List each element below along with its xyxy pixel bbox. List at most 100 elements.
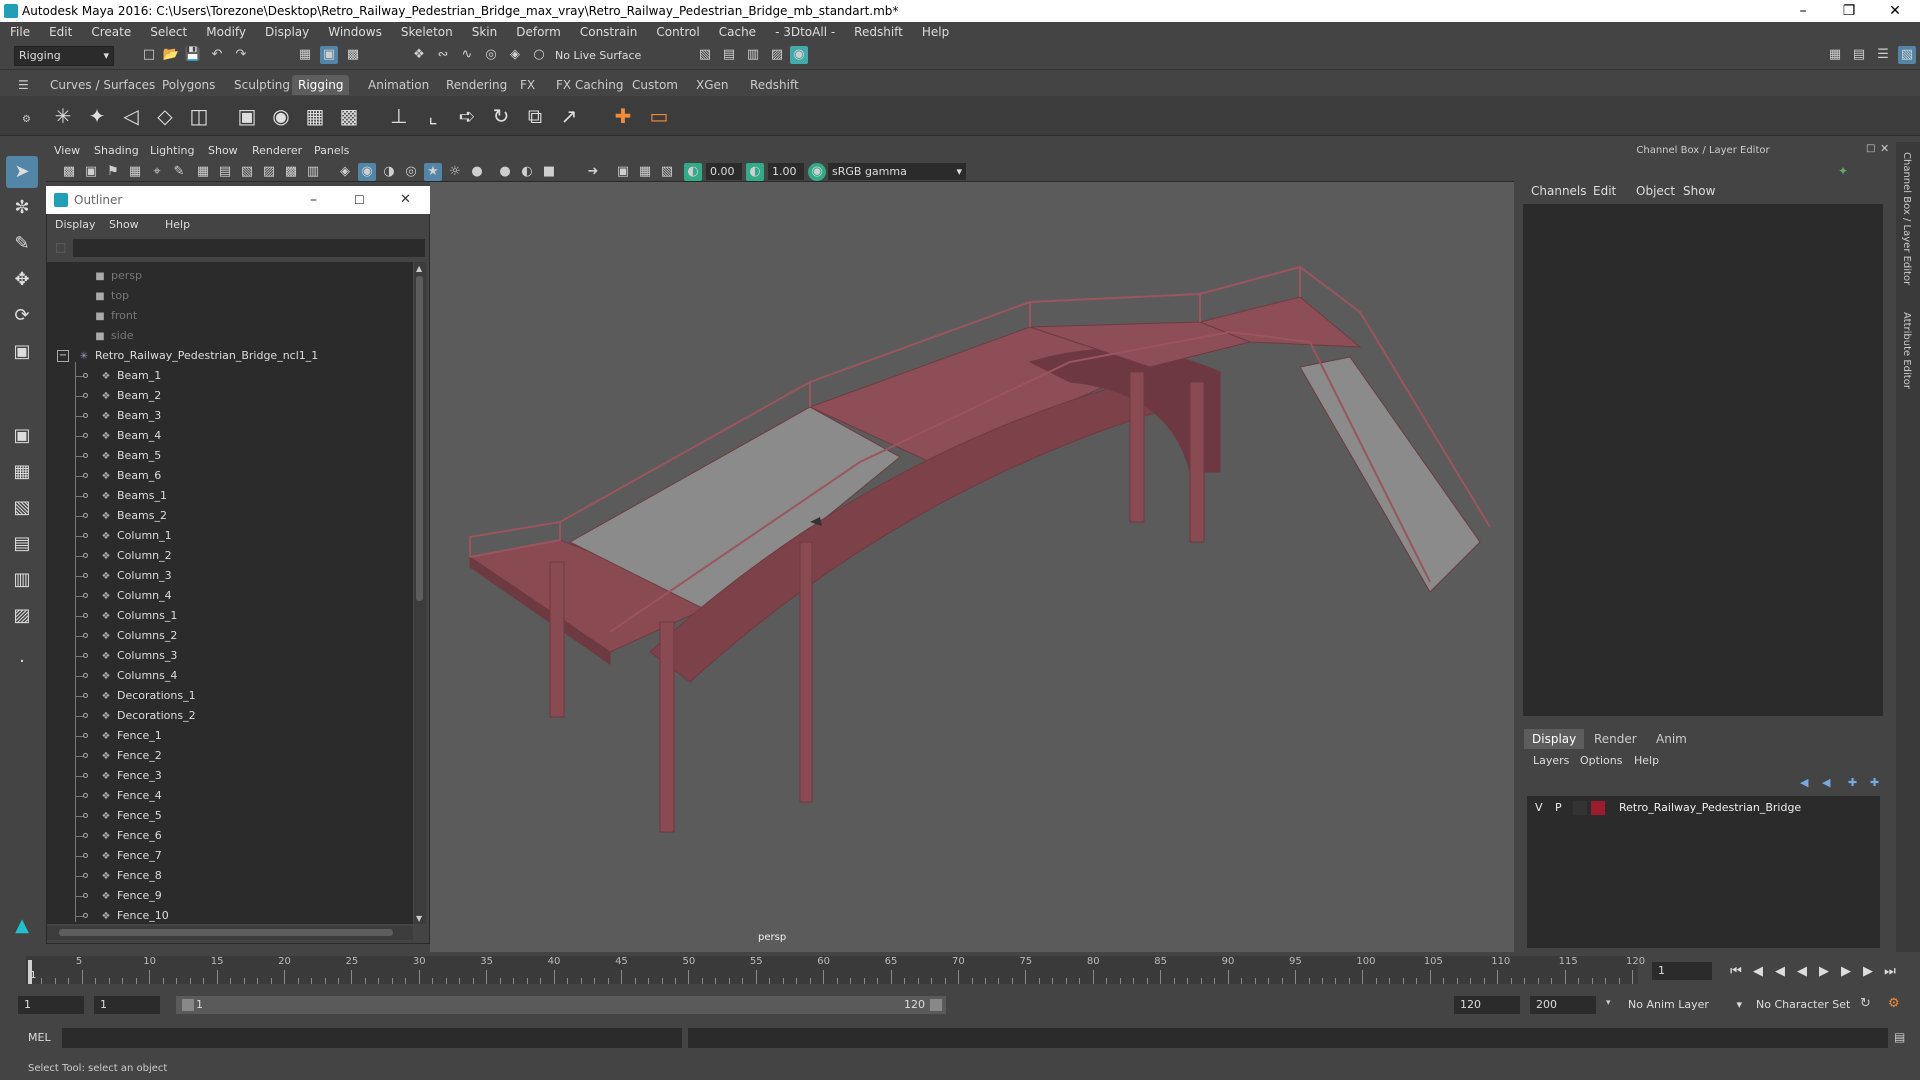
orient-joint-icon[interactable]: ◇ [150, 100, 180, 132]
menu-set-dropdown[interactable]: Rigging ▾ [14, 46, 114, 66]
redo-icon[interactable]: ↷ [232, 46, 250, 64]
playback-end-field[interactable]: 120 [1454, 996, 1520, 1014]
xray-components-icon[interactable]: ▧ [658, 163, 676, 181]
float-panel-icon[interactable]: □ [1866, 143, 1875, 154]
shelf-tab[interactable]: Polygons [156, 75, 221, 95]
outliner-search-input[interactable] [73, 239, 425, 257]
shelf-tab[interactable]: Sculpting [228, 75, 296, 95]
outliner-mesh-row[interactable]: ❖ Beam_3 [99, 406, 162, 426]
collapse-icon[interactable]: − [57, 350, 69, 362]
time-ruler[interactable]: 1 5 10 15 20 25 30 35 40 45 50 55 60 65 70 75 80 85 90 95 10… [26, 956, 1645, 984]
outliner-persp-icon[interactable]: ▧ [6, 492, 38, 524]
gamma-field[interactable]: 1.00 [768, 163, 804, 180]
close-icon[interactable]: ✕ [400, 186, 411, 214]
lattice-icon[interactable]: ▦ [300, 100, 330, 132]
render-frame-icon[interactable]: ▤ [720, 46, 738, 64]
outliner-mesh-row[interactable]: ❖ Decorations_1 [99, 686, 196, 706]
textured-icon[interactable]: ◎ [402, 163, 420, 181]
select-hierarchy-icon[interactable]: ▦ [296, 46, 314, 64]
outliner-mesh-row[interactable]: ❖ Beam_6 [99, 466, 162, 486]
viewport-menu-item[interactable]: Show [208, 144, 238, 157]
orient-constraint-icon[interactable]: ↻ [486, 100, 516, 132]
play-forwards-icon[interactable]: ▶ [1814, 962, 1834, 982]
maximize-icon[interactable]: ☐ [354, 186, 365, 214]
outliner-camera-row[interactable]: ■ top [93, 286, 129, 306]
shelf-tab[interactable]: FX Caching [550, 75, 629, 95]
aim-constraint-icon[interactable]: ↗ [554, 100, 584, 132]
layer-menu-item[interactable]: Options [1580, 754, 1622, 767]
outliner-mesh-row[interactable]: ❖ Beams_2 [99, 506, 167, 526]
render-settings-icon[interactable]: ▧ [696, 46, 714, 64]
lights-icon[interactable]: ★ [424, 163, 442, 181]
channel-box-body[interactable] [1523, 204, 1883, 716]
point-constraint-icon[interactable]: ➪ [452, 100, 482, 132]
snap-curve-icon[interactable]: ∾ [434, 46, 452, 64]
close-icon[interactable]: ✕ [1872, 0, 1918, 22]
outliner-mesh-row[interactable]: ❖ Beam_4 [99, 426, 162, 446]
shelf-tab[interactable]: Rendering [440, 75, 513, 95]
range-end-handle[interactable] [930, 999, 942, 1011]
character-set-dropdown[interactable]: No Character Set [1750, 996, 1870, 1014]
snap-vertex-icon[interactable]: ○ [530, 46, 548, 64]
move-layer-up-icon[interactable]: ◀ [1800, 776, 1808, 789]
wireframe-on-shaded-icon[interactable]: ◑ [380, 163, 398, 181]
current-frame-field[interactable]: 1 [1652, 962, 1712, 980]
viewport-menu-item[interactable]: Renderer [252, 144, 302, 157]
outliner-mesh-row[interactable]: ❖ Column_2 [99, 546, 172, 566]
step-forward-frame-icon[interactable]: ▶ [1858, 962, 1878, 982]
grid-icon[interactable]: ▦ [194, 163, 212, 181]
search-filter-icon[interactable]: □ [55, 240, 66, 254]
minimize-icon[interactable]: – [1780, 0, 1826, 22]
outliner-mesh-row[interactable]: ❖ Column_4 [99, 586, 172, 606]
outliner-mesh-row[interactable]: ❖ Fence_10 [99, 906, 169, 924]
xray-icon[interactable]: ▣ [614, 163, 632, 181]
shelf-tab[interactable]: Curves / Surfaces [44, 75, 161, 95]
snap-grid-icon[interactable]: ❖ [410, 46, 428, 64]
menu-item[interactable]: - 3DtoAll - [775, 25, 835, 39]
chevron-down-icon[interactable]: ▾ [1606, 998, 1611, 1008]
single-view-icon[interactable]: ▣ [6, 420, 38, 452]
menu-item[interactable]: Edit [49, 25, 72, 39]
range-start-handle[interactable] [182, 999, 194, 1011]
ik-handle-icon[interactable]: ✦ [82, 100, 112, 132]
layout-more-icon[interactable]: · [6, 646, 38, 678]
wireframe-icon[interactable]: ◈ [336, 163, 354, 181]
resolution-gate-icon[interactable]: ▧ [238, 163, 256, 181]
move-tool-icon[interactable]: ✥ [6, 264, 38, 296]
command-language-label[interactable]: MEL [28, 1031, 51, 1044]
workspace-icon[interactable]: ▦ [1826, 46, 1844, 64]
channel-box-menu-item[interactable]: Object [1636, 184, 1675, 198]
layer-menu-item[interactable]: Help [1634, 754, 1659, 767]
anti-alias-icon[interactable]: ◐ [518, 163, 536, 181]
outliner-mesh-row[interactable]: ❖ Fence_3 [99, 766, 162, 786]
perspective-viewport[interactable]: persp [430, 182, 1514, 973]
outliner-mesh-row[interactable]: ❖ Fence_8 [99, 866, 162, 886]
close-panel-icon[interactable]: ✕ [1880, 142, 1889, 155]
layer-editor-tab[interactable]: Anim [1648, 729, 1695, 749]
shelf-options-icon[interactable]: ⚙ [22, 114, 31, 125]
exposure-icon[interactable]: ◐ [684, 163, 702, 181]
outliner-mesh-row[interactable]: ❖ Beam_1 [99, 366, 162, 386]
hypershade-icon[interactable]: ◉ [790, 46, 808, 64]
channel-box-menu-item[interactable]: Channels [1531, 184, 1587, 198]
menu-item[interactable]: Control [656, 25, 699, 39]
locator-icon[interactable]: ⊥ [384, 100, 414, 132]
scroll-thumb[interactable] [59, 929, 393, 936]
shelf-tab[interactable]: Redshift [744, 75, 805, 95]
scene-start-field[interactable]: 1 [18, 996, 84, 1014]
shelf-tab[interactable]: Animation [362, 75, 435, 95]
script-editor-icon[interactable]: ▤ [1894, 1030, 1905, 1044]
safe-action-icon[interactable]: ▥ [304, 163, 322, 181]
viewport-menu-item[interactable]: Lighting [150, 144, 194, 157]
layer-menu-item[interactable]: Layers [1533, 754, 1569, 767]
snap-view-icon[interactable]: ◎ [482, 46, 500, 64]
outliner-mesh-row[interactable]: ❖ Fence_9 [99, 886, 162, 906]
outliner-camera-row[interactable]: ■ persp [93, 266, 142, 286]
outliner-menu-item[interactable]: Show [109, 218, 139, 231]
outliner-mesh-row[interactable]: ❖ Beam_5 [99, 446, 162, 466]
current-time-marker[interactable] [28, 960, 32, 984]
layer-color-swatch[interactable] [1591, 801, 1605, 815]
scroll-thumb[interactable] [416, 276, 423, 601]
outliner-mesh-row[interactable]: ❖ Decorations_2 [99, 706, 196, 726]
camera-lock-icon[interactable]: ▣ [82, 163, 100, 181]
